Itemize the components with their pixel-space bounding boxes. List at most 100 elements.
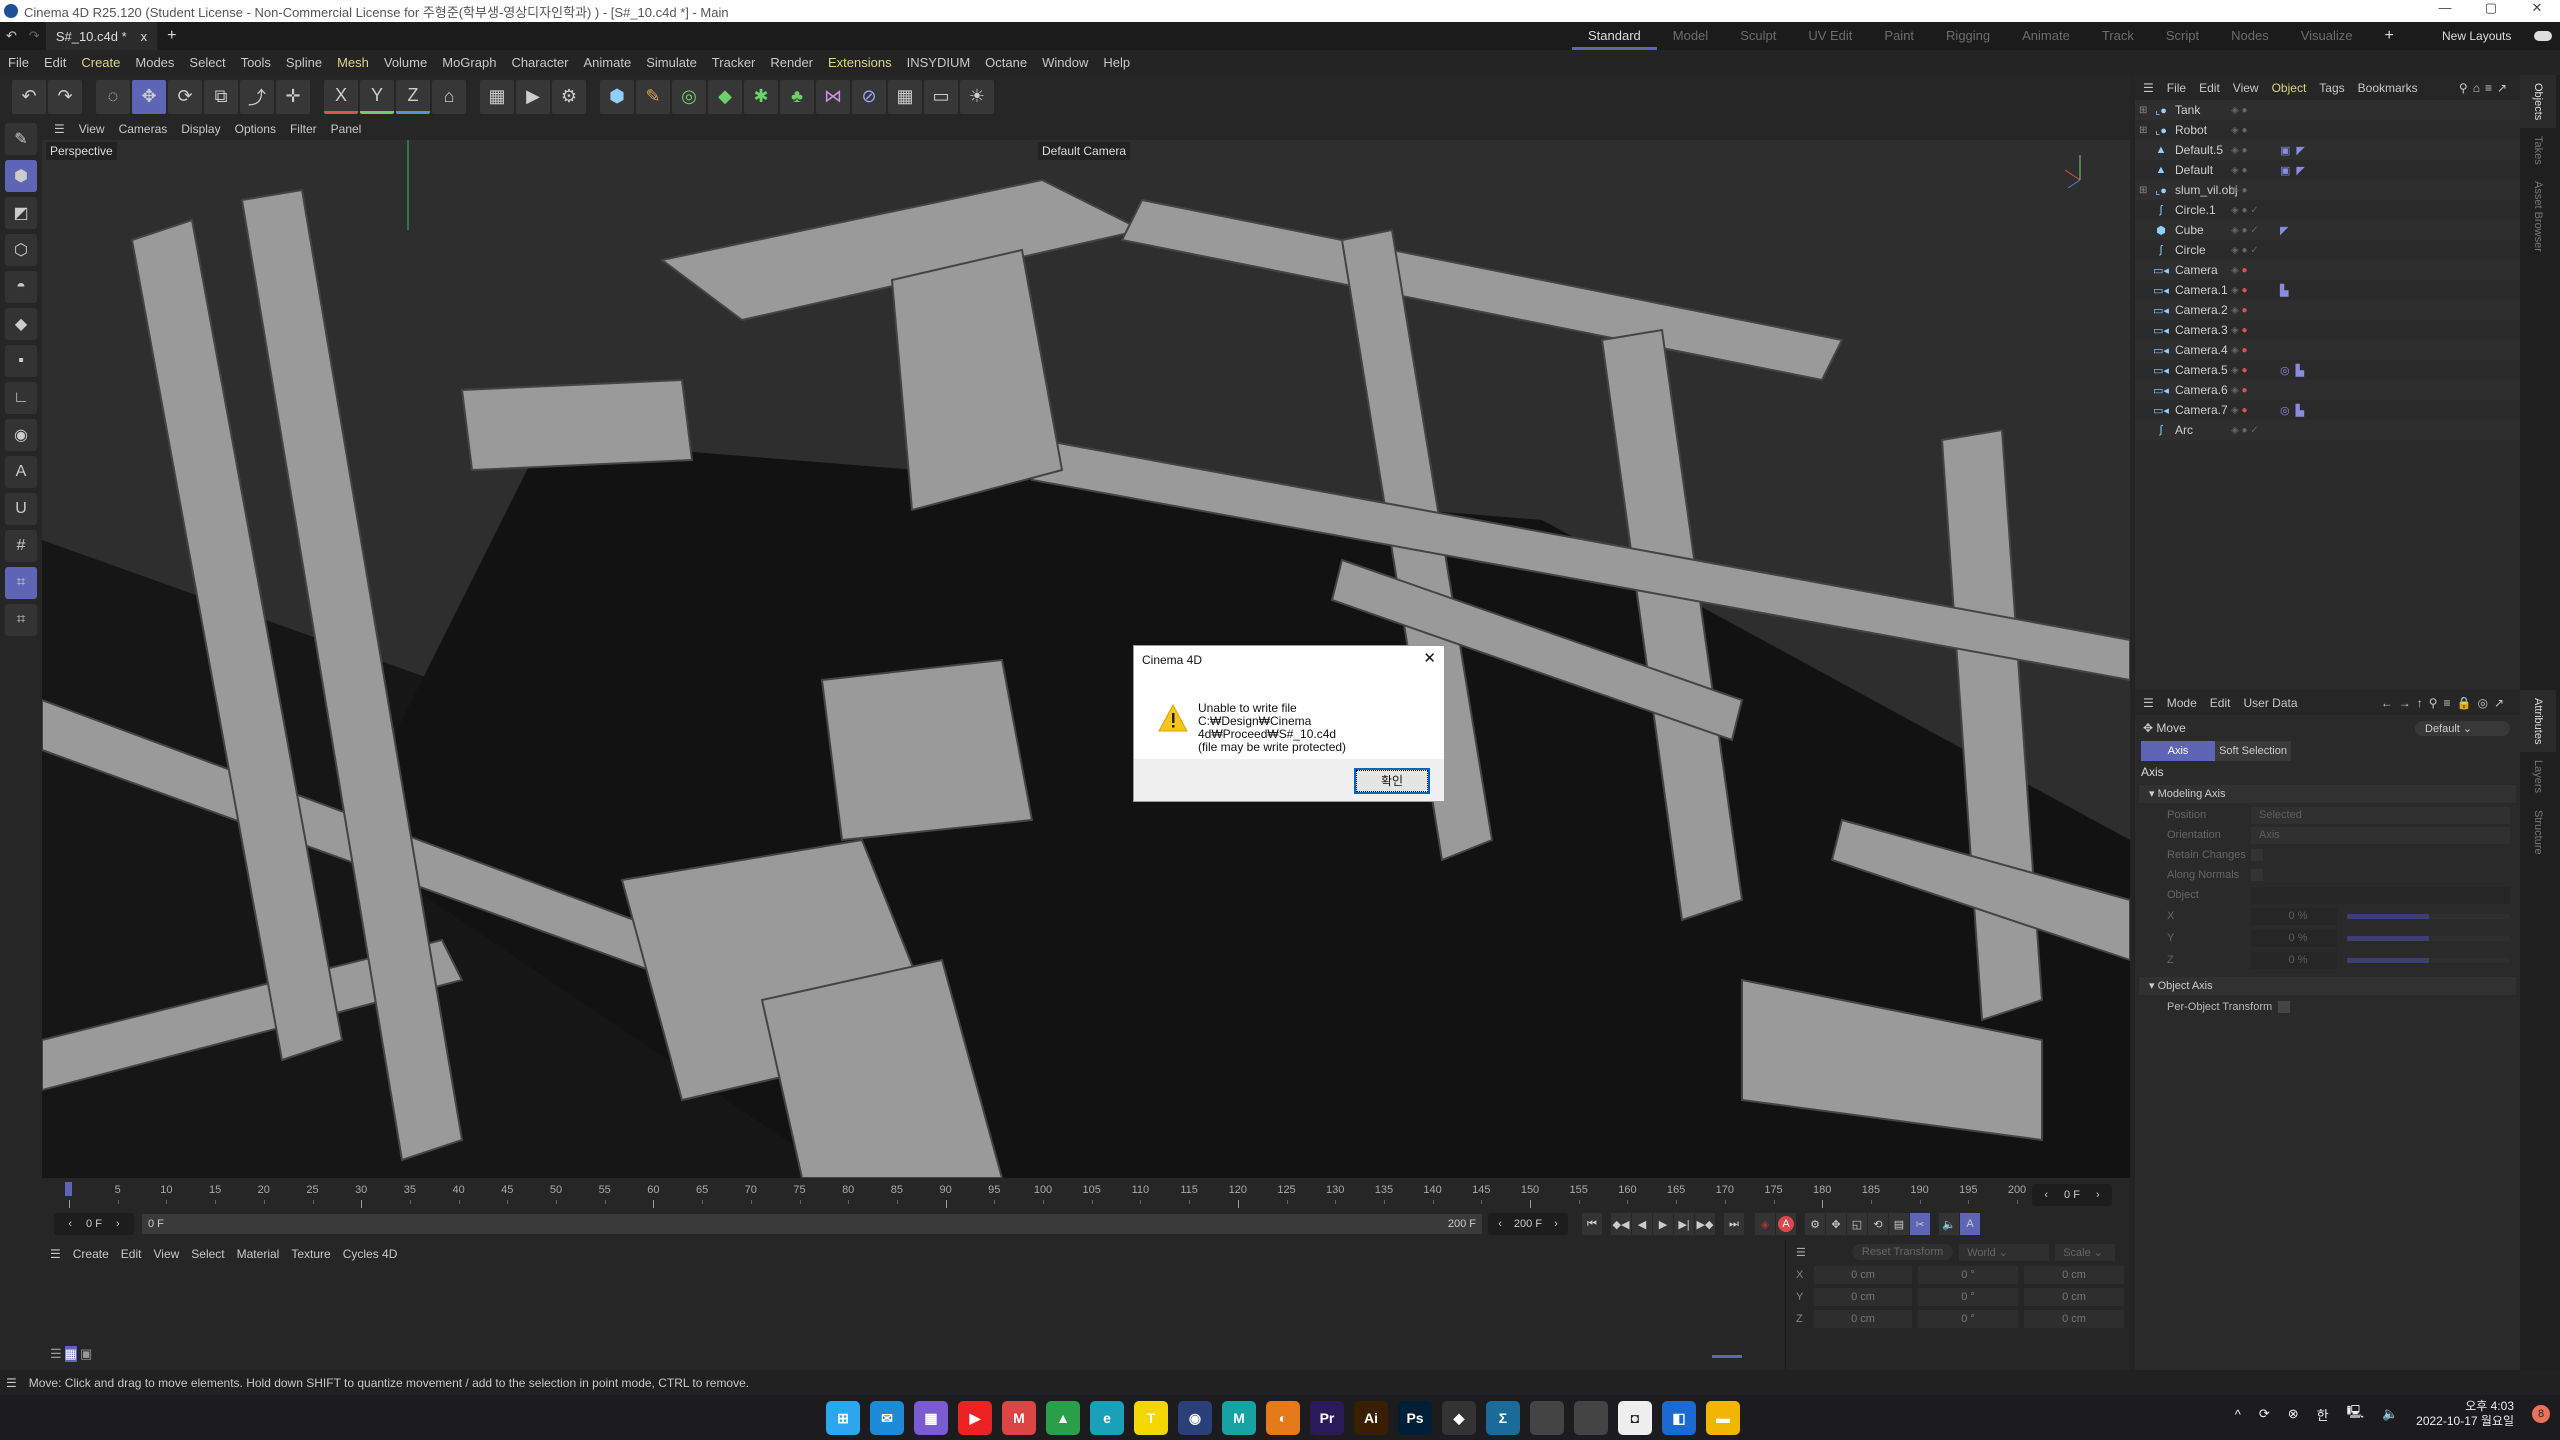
modeling-axis-group[interactable]: ▾ Modeling Axis bbox=[2139, 785, 2516, 803]
app-icon-4[interactable]: ◧ bbox=[1662, 1401, 1696, 1435]
size-field[interactable]: 0 cm bbox=[2024, 1266, 2124, 1284]
cinema4d-icon[interactable]: ◉ bbox=[1178, 1401, 1212, 1435]
axis-strength-slider[interactable] bbox=[2347, 957, 2510, 963]
menu-mode[interactable]: Mode bbox=[2167, 696, 2197, 710]
expand-icon[interactable]: ⊞ bbox=[2139, 105, 2153, 116]
axis-value-field[interactable]: 0 % bbox=[2251, 907, 2337, 925]
google-drive-icon[interactable]: ▲ bbox=[1046, 1401, 1080, 1435]
magnet-icon[interactable]: U bbox=[5, 493, 37, 525]
snap-icon[interactable]: A bbox=[5, 456, 37, 488]
field-icon[interactable]: ⊘ bbox=[852, 79, 886, 114]
close-button[interactable]: ✕ bbox=[2514, 0, 2560, 16]
object-row[interactable]: ▭◂ Camera.3 ◈ ● bbox=[2135, 320, 2520, 340]
retain-changes-checkbox[interactable] bbox=[2251, 849, 2263, 861]
app-icon-3[interactable]: ◘ bbox=[1618, 1401, 1652, 1435]
space-dropdown[interactable]: World ⌄ bbox=[1959, 1243, 2050, 1261]
position-field[interactable]: 0 cm bbox=[1814, 1288, 1912, 1306]
model-mode-icon[interactable]: ⬢ bbox=[5, 160, 37, 192]
texture-tag-icon[interactable]: ▣ bbox=[2280, 144, 2290, 157]
viewport-menu-view[interactable]: View bbox=[79, 122, 105, 136]
visibility-flags[interactable]: ◈ ● ✓ bbox=[2231, 245, 2271, 256]
grid-view-icon[interactable]: ▦ bbox=[64, 1346, 77, 1362]
sync-icon[interactable]: ⟳ bbox=[2259, 1406, 2270, 1422]
minimize-button[interactable]: — bbox=[2422, 0, 2468, 16]
floor-grid-icon[interactable]: ▦ bbox=[888, 79, 922, 114]
cube-icon[interactable]: ⬢ bbox=[600, 79, 634, 114]
zoom-slider[interactable] bbox=[1712, 1355, 1742, 1358]
go-to-start-icon[interactable]: ⏮ bbox=[1582, 1213, 1602, 1235]
viewport-menu-options[interactable]: Options bbox=[235, 122, 276, 136]
animation-mode-icon[interactable]: A bbox=[1960, 1213, 1980, 1235]
edge-mode-icon[interactable]: ◓ bbox=[5, 271, 37, 303]
position-dropdown[interactable]: Selected bbox=[2251, 806, 2510, 824]
viewport-menu-panel[interactable]: Panel bbox=[331, 122, 362, 136]
add-tab-button[interactable]: + bbox=[157, 27, 186, 45]
redo-icon[interactable]: ↷ bbox=[23, 28, 46, 44]
axis-strength-slider[interactable] bbox=[2347, 913, 2510, 919]
fracture-icon[interactable]: ♣ bbox=[780, 79, 814, 114]
camera-label[interactable]: Default Camera bbox=[1038, 142, 1131, 160]
pen-icon[interactable]: ✎ bbox=[636, 79, 670, 114]
material-menu-view[interactable]: View bbox=[153, 1247, 179, 1261]
position-key-icon[interactable]: ✥ bbox=[1826, 1213, 1846, 1235]
protection-tag-icon[interactable]: ▙ bbox=[2296, 364, 2304, 377]
material-menu-create[interactable]: Create bbox=[73, 1247, 109, 1261]
close-tab-button[interactable]: x bbox=[141, 29, 148, 44]
layout-tab-sculpt[interactable]: Sculpt bbox=[1724, 22, 1792, 50]
scale-icon[interactable]: ⧉ bbox=[204, 79, 238, 114]
expand-icon[interactable]: ⊞ bbox=[2139, 185, 2153, 196]
max-frame-field[interactable]: ‹ 200 F › bbox=[1488, 1213, 1568, 1235]
document-tab[interactable]: S#_10.c4d * x bbox=[45, 22, 158, 50]
size-field[interactable]: 0 cm bbox=[2024, 1310, 2124, 1328]
layout-tab-rigging[interactable]: Rigging bbox=[1930, 22, 2006, 50]
menu-window[interactable]: Window bbox=[1042, 55, 1088, 70]
tab-attributes[interactable]: Attributes bbox=[2520, 690, 2556, 753]
gmail-icon[interactable]: M bbox=[1002, 1401, 1036, 1435]
layout-tab-standard[interactable]: Standard bbox=[1572, 22, 1657, 50]
apple-icon-2[interactable] bbox=[1574, 1401, 1608, 1435]
visibility-flags[interactable]: ◈ ● ✓ bbox=[2231, 205, 2271, 216]
menu-create[interactable]: Create bbox=[81, 55, 120, 70]
menu-help[interactable]: Help bbox=[1103, 55, 1130, 70]
apple-icon[interactable] bbox=[1530, 1401, 1564, 1435]
uv-mode-icon[interactable]: ▪ bbox=[5, 345, 37, 377]
sound-icon[interactable]: 🔈 bbox=[1939, 1213, 1959, 1235]
viewport-menu-icon[interactable]: ☰ bbox=[54, 122, 65, 136]
axis-strength-slider[interactable] bbox=[2347, 935, 2510, 941]
menu-user-data[interactable]: User Data bbox=[2243, 696, 2297, 710]
menu-tools[interactable]: Tools bbox=[241, 55, 271, 70]
render-to-picture-viewer-icon[interactable]: ▶ bbox=[516, 79, 550, 114]
app-icon-2[interactable]: Σ bbox=[1486, 1401, 1520, 1435]
next-frame-icon[interactable]: ▶| bbox=[1674, 1213, 1694, 1235]
object-row[interactable]: ∫ Circle.1 ◈ ● ✓ bbox=[2135, 200, 2520, 220]
clock[interactable]: 오후 4:03 2022-10-17 월요일 bbox=[2416, 1399, 2514, 1429]
rotate-icon[interactable]: ⟳ bbox=[168, 79, 202, 114]
visibility-flags[interactable]: ◈ ● bbox=[2231, 125, 2271, 136]
phong-tag-icon[interactable]: ◤ bbox=[2280, 224, 2288, 237]
mail-icon[interactable]: ✉ bbox=[870, 1401, 904, 1435]
undo-icon[interactable]: ↶ bbox=[0, 28, 23, 44]
axis-value-field[interactable]: 0 % bbox=[2251, 951, 2337, 969]
parameter-key-icon[interactable]: ▤ bbox=[1889, 1213, 1909, 1235]
extrude-icon[interactable]: ◆ bbox=[708, 79, 742, 114]
tab-layers[interactable]: Layers bbox=[2520, 752, 2556, 801]
visibility-flags[interactable]: ◈ ● ✓ bbox=[2231, 425, 2271, 436]
per-object-transform-checkbox[interactable] bbox=[2278, 1001, 2291, 1013]
object-row[interactable]: ∫ Circle ◈ ● ✓ bbox=[2135, 240, 2520, 260]
menu-render[interactable]: Render bbox=[770, 55, 813, 70]
menu-edit[interactable]: Edit bbox=[2210, 696, 2231, 710]
live-selection-icon[interactable]: ◌ bbox=[96, 79, 130, 114]
network-icon[interactable]: 🖳 bbox=[2347, 1403, 2364, 1425]
panel-menu-icon[interactable]: ☰ bbox=[2143, 696, 2154, 710]
polygon-mode-icon[interactable]: ◆ bbox=[5, 308, 37, 340]
dialog-close-button[interactable]: ✕ bbox=[1423, 649, 1436, 667]
menu-character[interactable]: Character bbox=[511, 55, 568, 70]
illustrator-icon[interactable]: Ai bbox=[1354, 1401, 1388, 1435]
menu-simulate[interactable]: Simulate bbox=[646, 55, 697, 70]
rotation-field[interactable]: 0 ° bbox=[1918, 1288, 2018, 1306]
object-row[interactable]: ▭◂ Camera ◈ ● bbox=[2135, 260, 2520, 280]
redo-icon[interactable]: ↷ bbox=[48, 79, 82, 114]
previous-frame-icon[interactable]: ◀ bbox=[1632, 1213, 1652, 1235]
viewport[interactable]: Perspective Default Camera ✋↕↻▢ bbox=[42, 140, 2130, 1178]
menu-bookmarks[interactable]: Bookmarks bbox=[2358, 81, 2418, 95]
